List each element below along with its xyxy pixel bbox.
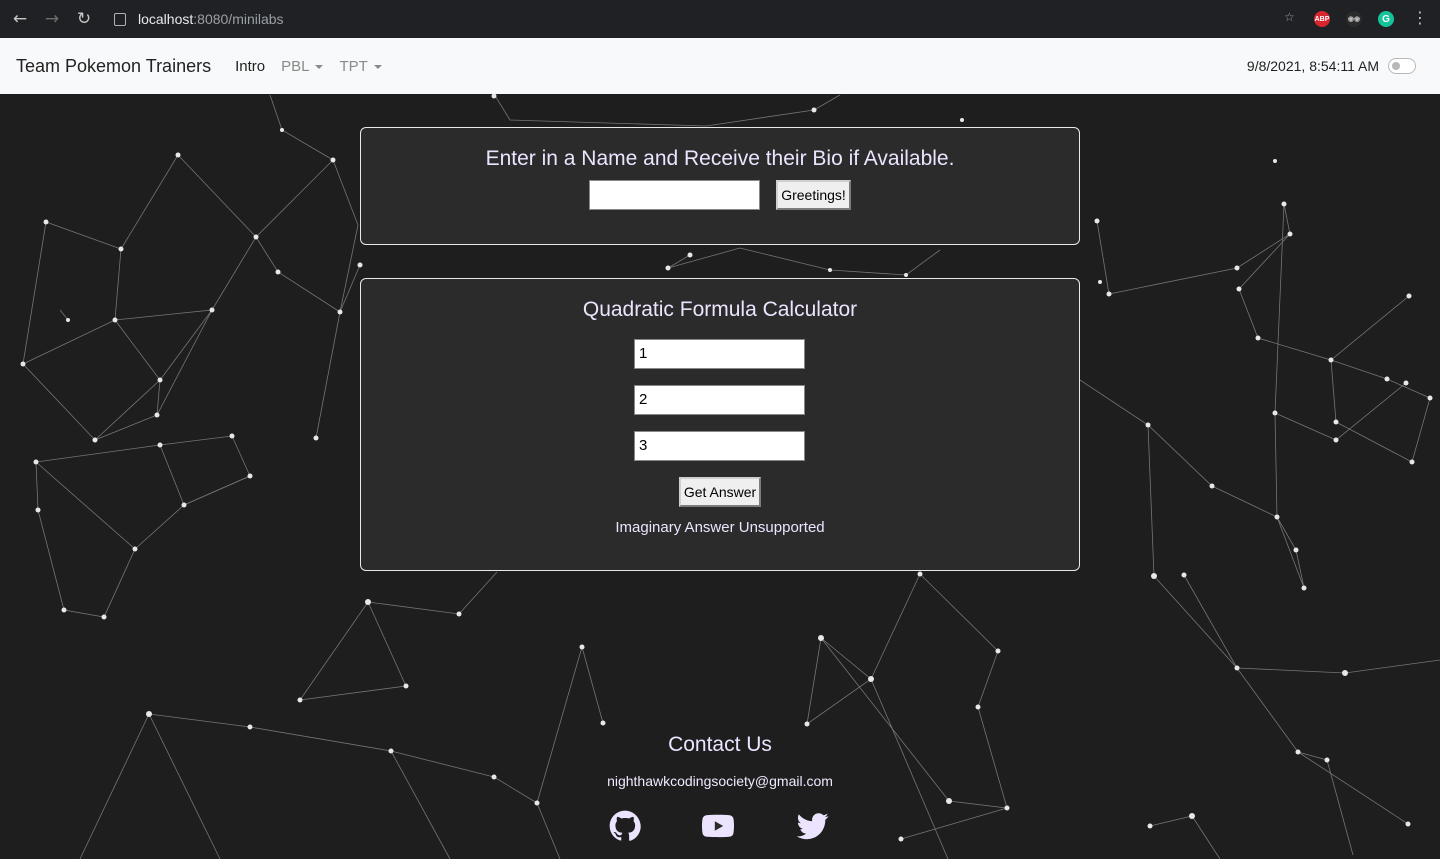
back-icon[interactable]: ← [4,0,36,38]
get-answer-button[interactable]: Get Answer [679,477,761,507]
name-input[interactable] [589,180,760,210]
coefficient-b-input[interactable]: 2 [634,385,805,415]
bio-card: Enter in a Name and Receive their Bio if… [360,127,1080,245]
forward-icon[interactable]: → [36,0,68,38]
site-navbar: Team Pokemon Trainers Intro PBL TPT 9/8/… [0,38,1440,94]
page-info-icon[interactable] [114,12,126,26]
toggle-knob [1392,62,1400,70]
quadratic-card-title: Quadratic Formula Calculator [582,298,858,321]
nav-dropdown-tpt[interactable]: TPT [339,57,382,75]
nav-item-pbl-label: PBL [281,57,310,75]
nav-item-tpt-label: TPT [339,57,368,75]
address-bar[interactable]: localhost:8080/minilabs [114,11,284,27]
bio-card-title: Enter in a Name and Receive their Bio if… [485,147,955,170]
quadratic-result: Imaginary Answer Unsupported [615,519,825,536]
youtube-icon[interactable] [701,810,735,842]
contact-title: Contact Us [668,733,772,756]
github-icon[interactable] [608,810,642,842]
twitter-icon[interactable] [796,810,830,842]
coefficient-a-input[interactable]: 1 [634,339,805,369]
grammarly-icon[interactable]: G [1378,11,1394,27]
navbar-brand[interactable]: Team Pokemon Trainers [16,56,211,77]
clock: 9/8/2021, 8:54:11 AM [1246,58,1379,74]
coefficient-c-input[interactable]: 3 [634,431,805,461]
star-icon[interactable]: ☆ [1284,10,1295,24]
url-host: localhost [138,11,194,27]
caret-down-icon [373,64,382,69]
nav-item-intro[interactable]: Intro [235,58,265,75]
greetings-button[interactable]: Greetings! [776,180,851,210]
browser-toolbar: ← → ↻ localhost:8080/minilabs ☆ ABP ◉◉ G… [0,0,1440,38]
owl-icon[interactable]: ◉◉ [1346,11,1362,27]
caret-down-icon [315,64,324,69]
dark-mode-toggle[interactable] [1388,58,1416,74]
url-path: :8080/minilabs [193,11,284,27]
adblock-plus-icon[interactable]: ABP [1314,11,1330,27]
browser-menu-icon[interactable]: ⋮ [1412,8,1428,27]
reload-icon[interactable]: ↻ [68,0,100,38]
contact-email-link[interactable]: nighthawkcodingsociety@gmail.com [0,773,1440,789]
quadratic-card: Quadratic Formula Calculator 1 2 3 Get A… [360,278,1080,571]
nav-dropdown-pbl[interactable]: PBL [281,57,324,75]
